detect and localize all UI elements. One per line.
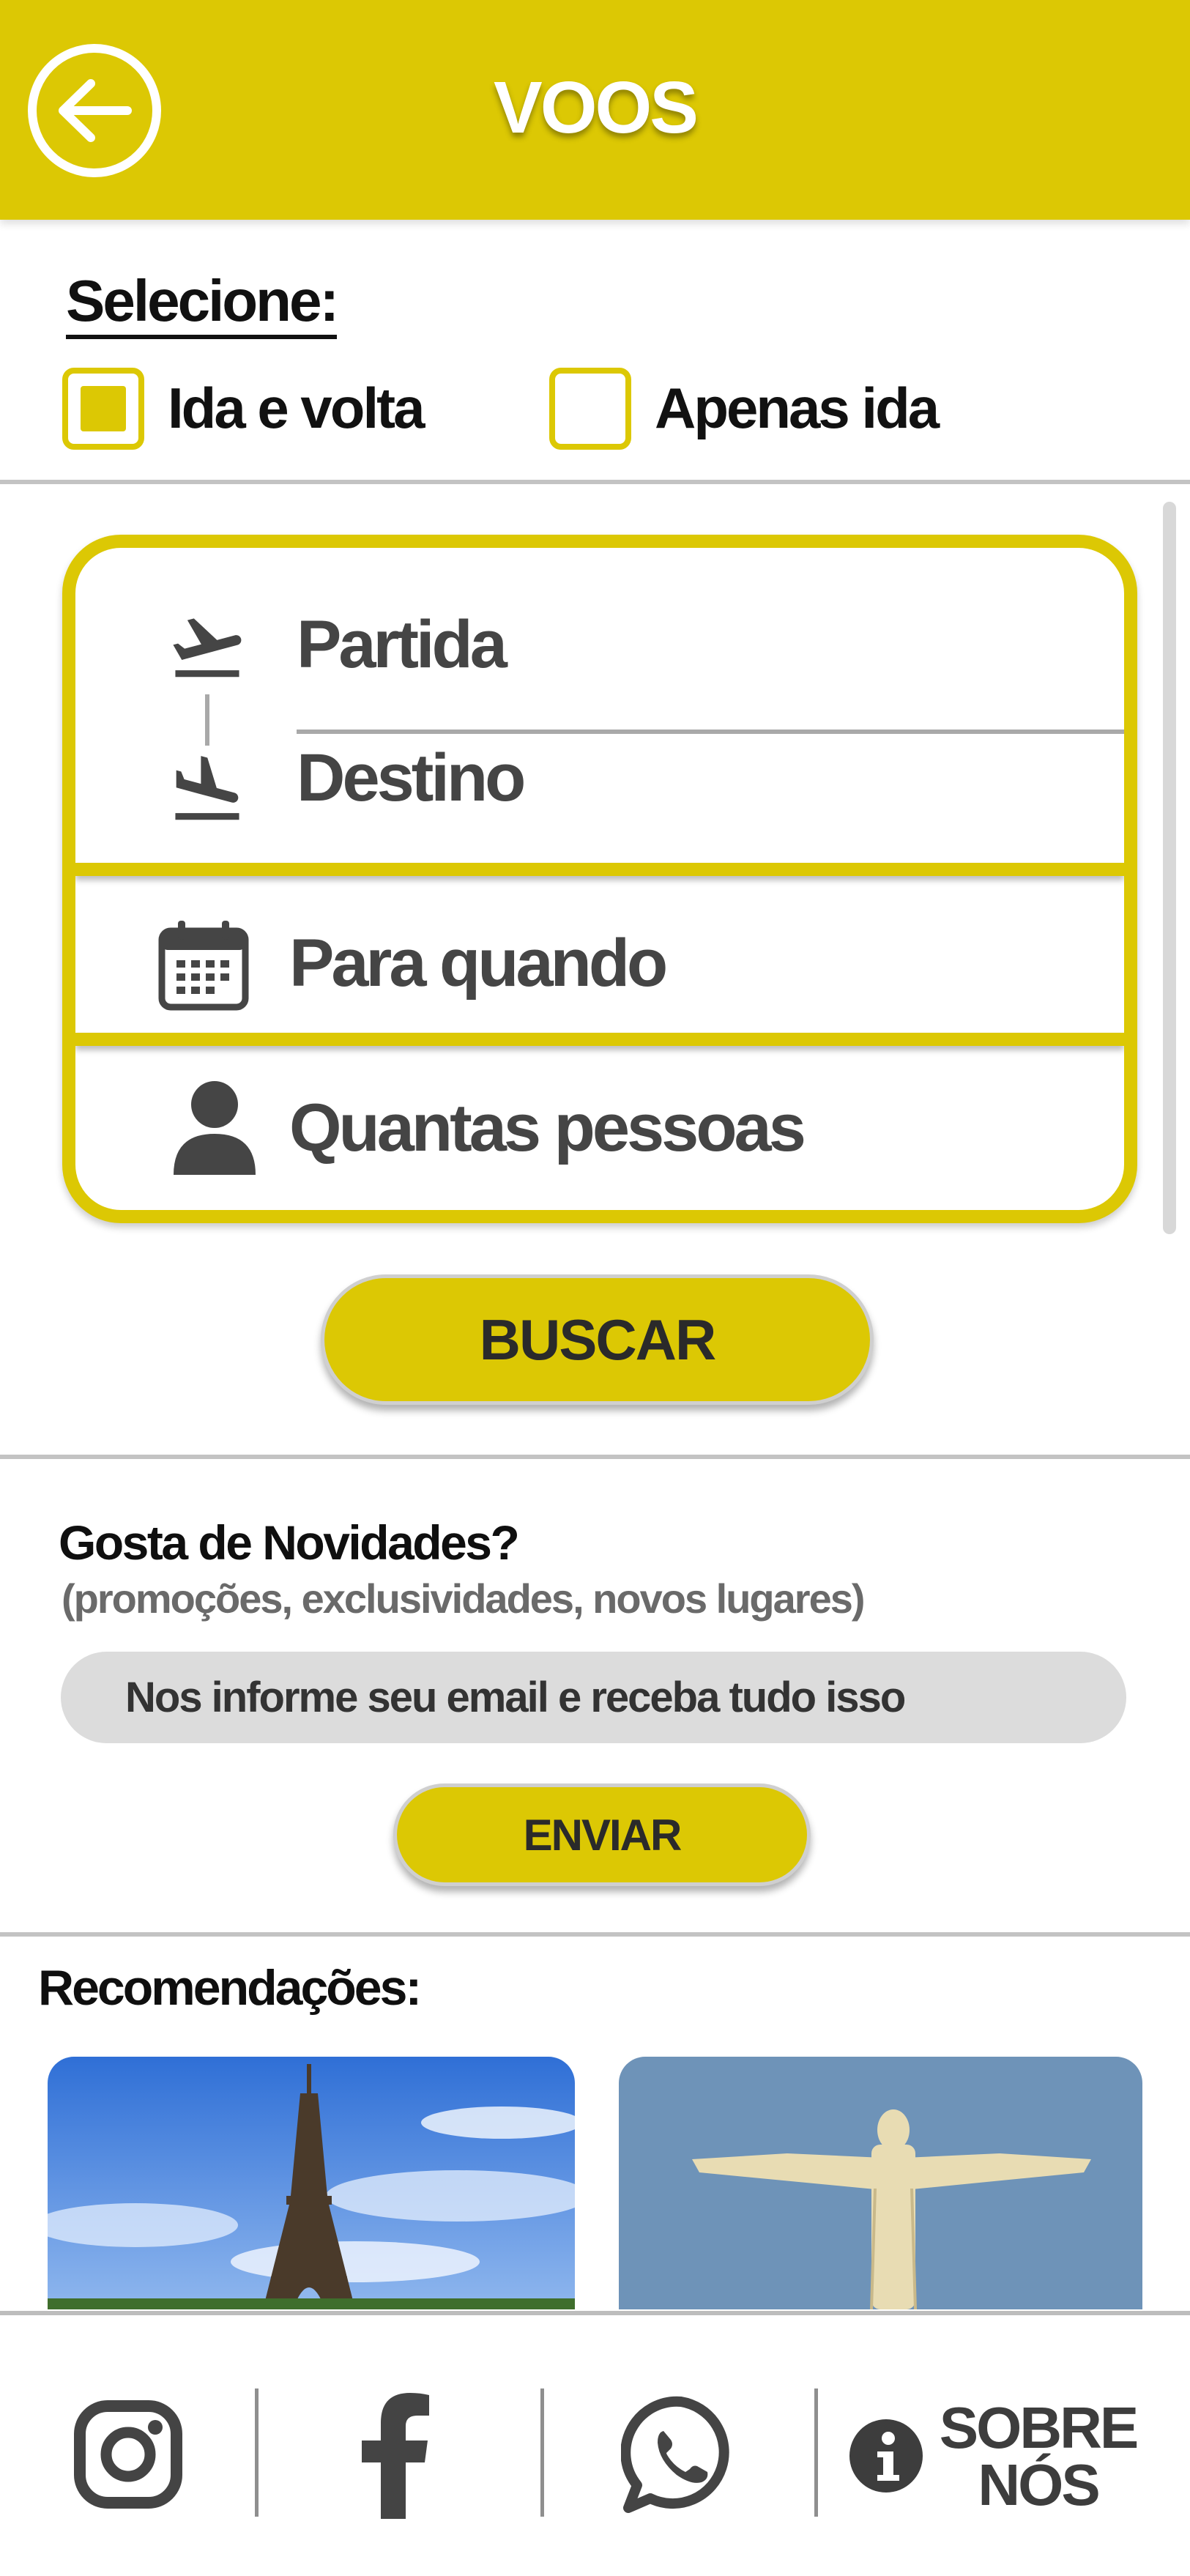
instagram-icon	[74, 2400, 182, 2509]
card-separator	[75, 863, 1124, 876]
flight-search-form: Partida Destino Para quando Quantas pess…	[62, 535, 1137, 1223]
facebook-button[interactable]	[348, 2388, 443, 2520]
departure-plane-icon	[167, 606, 248, 687]
about-us-button[interactable]: SOBRE NÓS	[842, 2392, 1142, 2520]
page-title: VOOS	[494, 67, 699, 149]
origin-field[interactable]: Partida	[297, 606, 507, 683]
one-way-label: Apenas ida	[655, 376, 940, 440]
whatsapp-icon	[620, 2396, 729, 2513]
round-trip-label: Ida e volta	[168, 376, 425, 440]
divider	[0, 1932, 1190, 1937]
round-trip-checkbox[interactable]	[62, 367, 144, 450]
recommendation-card-rio[interactable]	[619, 2057, 1142, 2309]
info-icon	[849, 2419, 923, 2493]
recommendation-card-paris[interactable]	[48, 2057, 575, 2309]
calendar-icon	[156, 918, 251, 1013]
option-one-way[interactable]: Apenas ida	[549, 366, 940, 450]
newsletter-title: Gosta de Novidades?	[59, 1515, 520, 1570]
instagram-button[interactable]	[70, 2396, 187, 2513]
about-us-line1: SOBRE	[939, 2394, 1139, 2460]
trip-type-title: Selecione:	[66, 267, 339, 339]
person-icon	[171, 1075, 259, 1178]
christ-the-redeemer-photo	[619, 2057, 1142, 2309]
whatsapp-button[interactable]	[619, 2392, 743, 2517]
nav-separator	[255, 2388, 259, 2517]
destination-field[interactable]: Destino	[297, 740, 526, 817]
nav-separator	[814, 2388, 818, 2517]
scrollbar[interactable]	[1163, 502, 1176, 1234]
route-divider	[297, 730, 1124, 734]
bottom-navigation: SOBRE NÓS	[0, 2311, 1190, 2576]
newsletter-subtitle: (promoções, exclusividades, novos lugare…	[62, 1575, 865, 1622]
nav-separator	[540, 2388, 544, 2517]
one-way-checkbox[interactable]	[549, 367, 631, 450]
about-us-line2: NÓS	[978, 2451, 1100, 2517]
card-separator	[75, 1033, 1124, 1046]
facebook-icon	[362, 2392, 429, 2519]
search-button[interactable]: BUSCAR	[321, 1274, 874, 1405]
divider	[0, 1455, 1190, 1459]
date-field[interactable]: Para quando	[289, 925, 668, 1002]
passengers-field[interactable]: Quantas pessoas	[289, 1090, 806, 1167]
send-button[interactable]: ENVIAR	[393, 1783, 811, 1886]
option-round-trip[interactable]: Ida e volta	[62, 366, 425, 450]
about-us-label: SOBRE NÓS	[939, 2394, 1139, 2517]
arrival-plane-icon	[167, 749, 248, 830]
recommendations-title: Recomendações:	[38, 1960, 422, 2016]
eiffel-tower-photo	[48, 2057, 575, 2309]
email-input[interactable]	[61, 1652, 1126, 1743]
app-header: VOOS	[0, 0, 1190, 220]
divider	[0, 480, 1190, 484]
route-connector	[205, 694, 209, 746]
